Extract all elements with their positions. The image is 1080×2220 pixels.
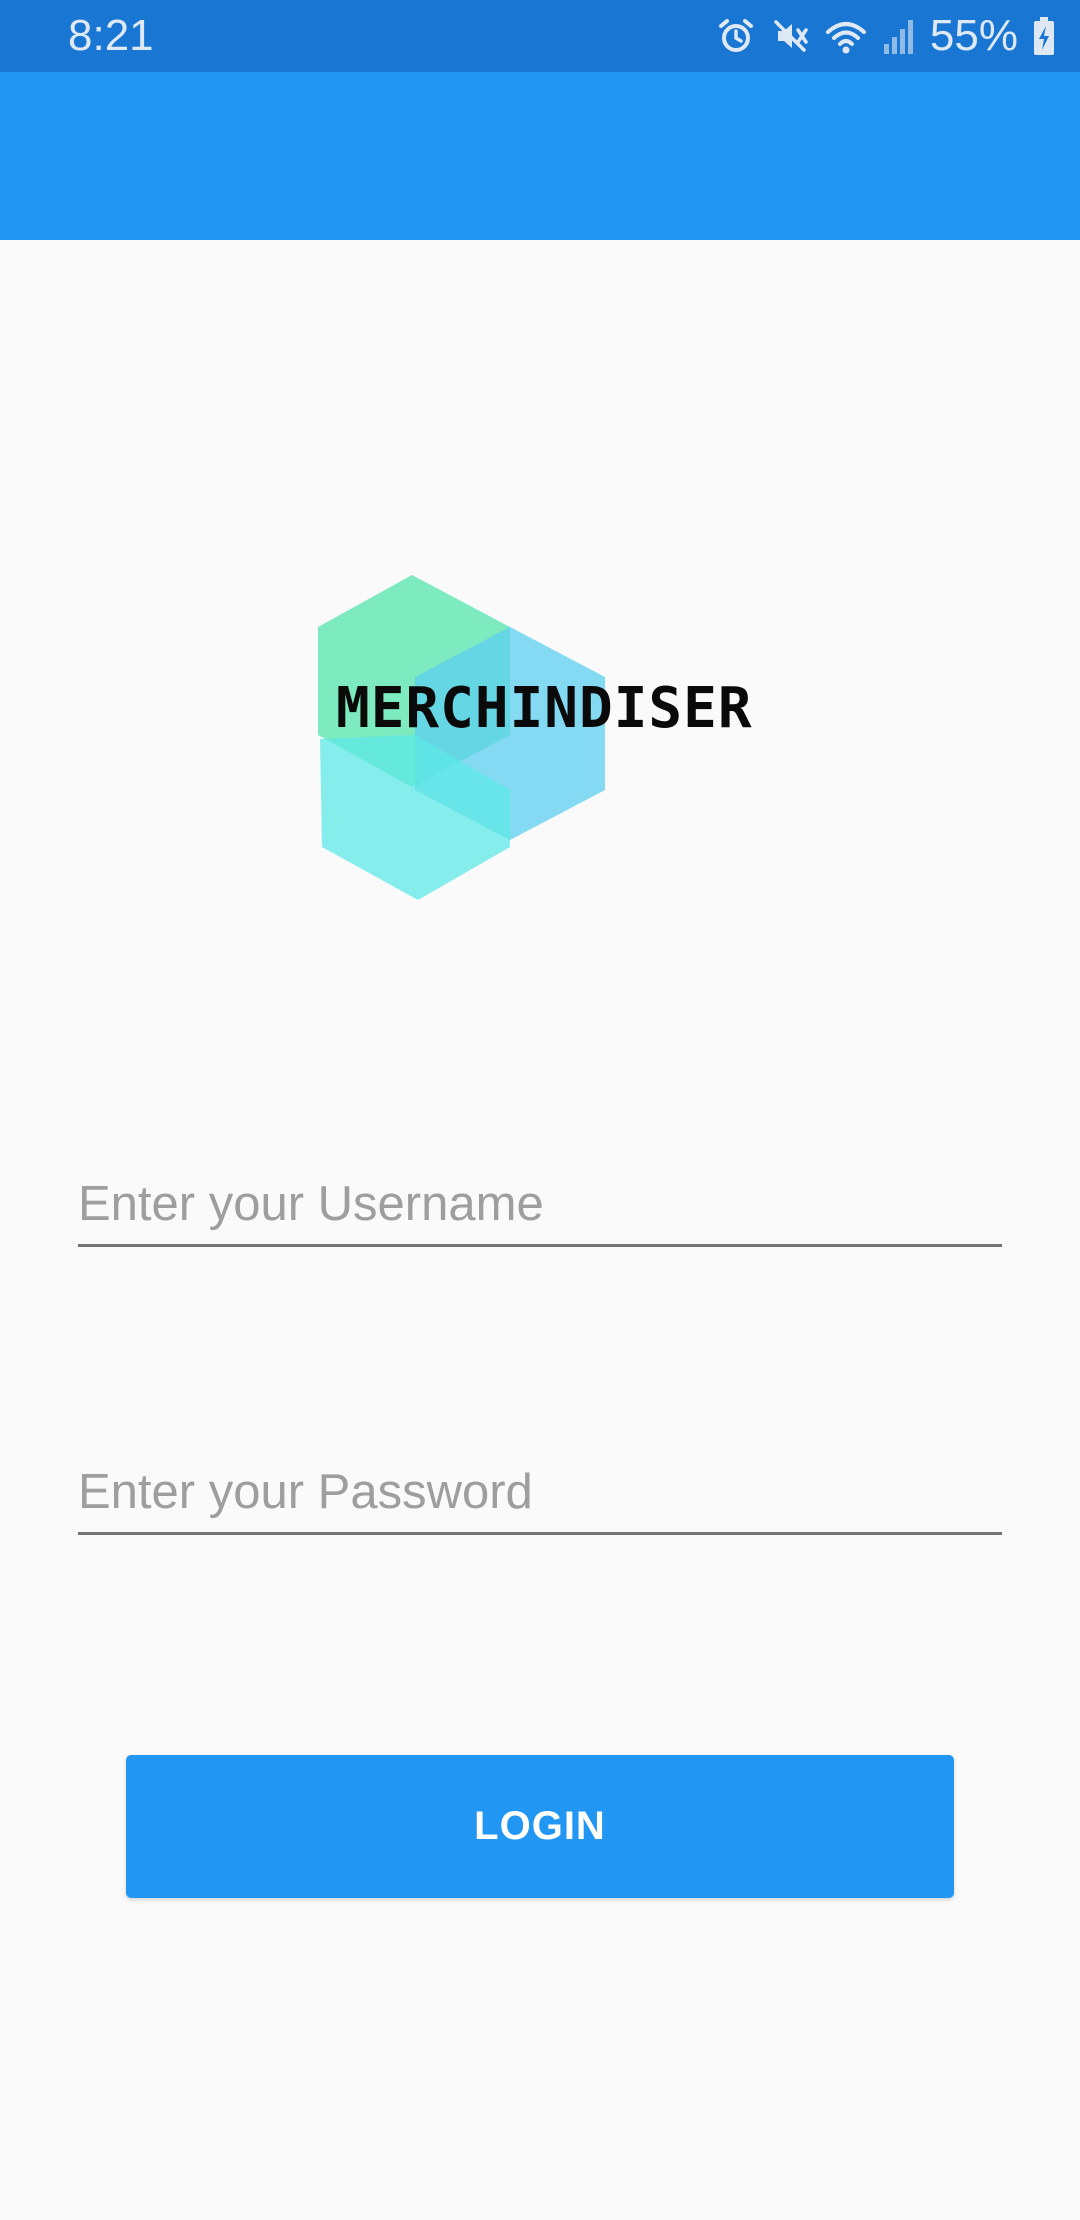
username-field[interactable] bbox=[78, 1174, 1002, 1247]
password-input[interactable] bbox=[78, 1462, 1002, 1522]
logo-text: MERCHINDISER bbox=[336, 676, 753, 741]
status-bar: 8:21 55% bbox=[0, 0, 1080, 72]
status-icons: 55% bbox=[716, 10, 1056, 62]
app-bar bbox=[0, 72, 1080, 240]
merchindiser-logo: MERCHINDISER bbox=[300, 565, 840, 915]
status-time: 8:21 bbox=[68, 11, 154, 60]
signal-icon bbox=[882, 16, 916, 56]
wifi-icon bbox=[824, 16, 868, 56]
battery-percent: 55% bbox=[929, 11, 1018, 60]
login-button[interactable]: LOGIN bbox=[126, 1755, 954, 1898]
mute-icon bbox=[770, 16, 810, 56]
username-input[interactable] bbox=[78, 1174, 1002, 1234]
alarm-icon bbox=[716, 16, 756, 56]
password-field[interactable] bbox=[78, 1462, 1002, 1535]
battery-charging-icon bbox=[1032, 16, 1056, 56]
login-screen: 8:21 55% MERCHINDISER Enter your Usernam… bbox=[0, 0, 1080, 2220]
